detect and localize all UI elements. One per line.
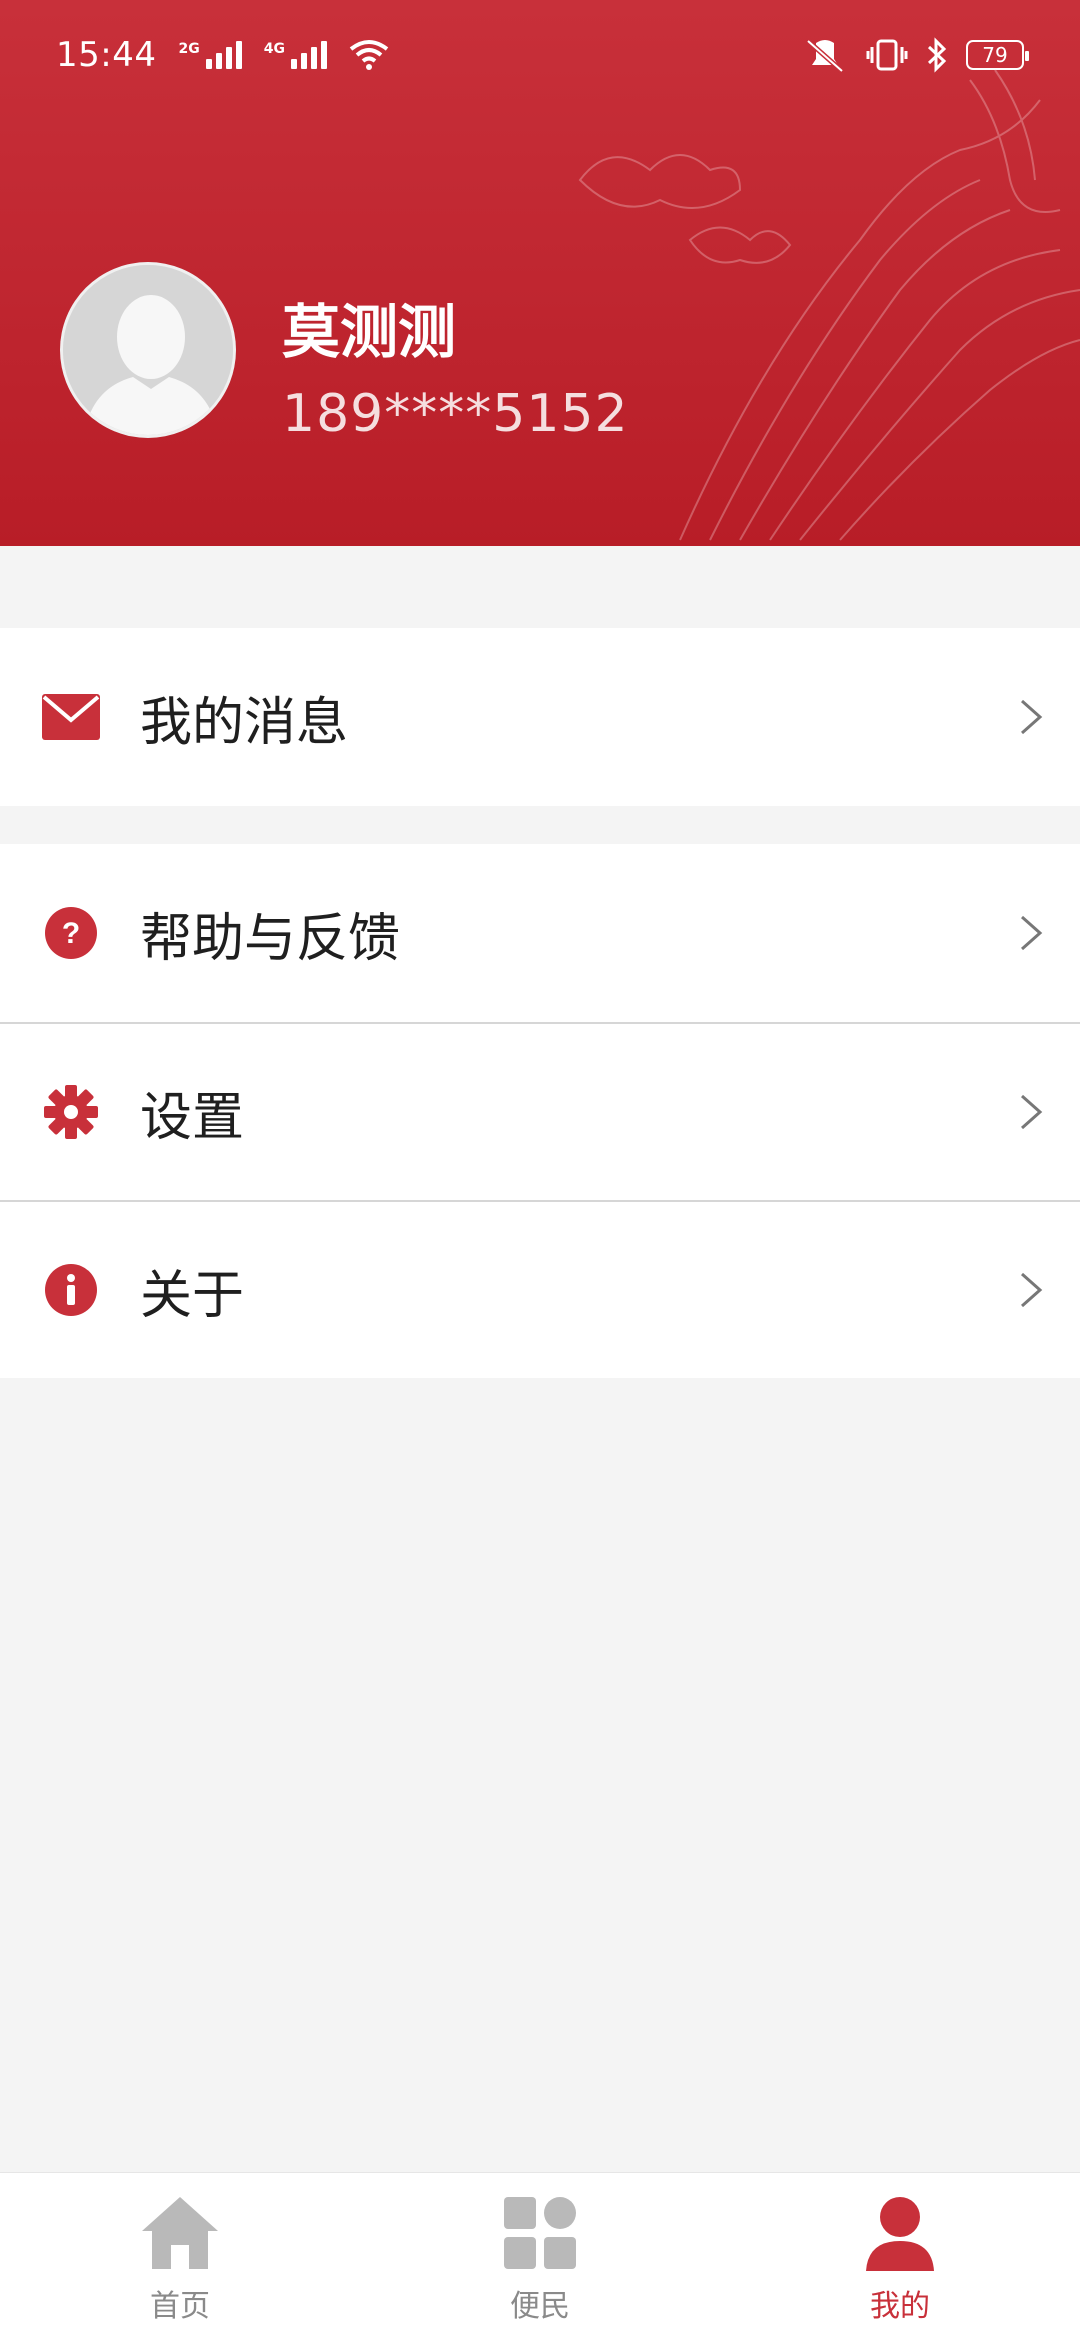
gear-icon <box>42 1083 100 1141</box>
menu-group-messages: 我的消息 <box>0 628 1080 806</box>
status-time: 15:44 <box>56 35 157 75</box>
bottom-tab-bar: 首页 便民 我的 <box>0 2172 1080 2340</box>
chevron-right-icon <box>1021 1094 1043 1130</box>
grid-icon <box>504 2197 576 2269</box>
menu-label-about: 关于 <box>140 1265 245 1326</box>
menu-label-settings: 设置 <box>140 1087 245 1148</box>
menu-item-help[interactable]: ? 帮助与反馈 <box>0 844 1080 1022</box>
help-icon: ? <box>42 904 100 962</box>
home-icon <box>142 2197 218 2269</box>
menu-item-about[interactable]: 关于 <box>0 1200 1080 1378</box>
svg-text:?: ? <box>62 917 80 950</box>
tab-services[interactable]: 便民 <box>360 2173 720 2340</box>
wifi-icon <box>349 40 389 70</box>
tab-label-home: 首页 <box>150 2289 210 2324</box>
menu-item-messages[interactable]: 我的消息 <box>0 628 1080 806</box>
menu-item-settings[interactable]: 设置 <box>0 1022 1080 1200</box>
chevron-right-icon <box>1021 915 1043 951</box>
avatar-placeholder-icon <box>63 265 233 435</box>
mail-icon <box>42 688 100 746</box>
signal-4g-icon: 4G <box>264 41 327 69</box>
menu-label-messages: 我的消息 <box>140 692 349 753</box>
chevron-right-icon <box>1021 699 1043 735</box>
user-phone: 189****5152 <box>282 384 629 444</box>
profile-screen: 15:44 2G 4G 79 莫测测 189****5152 我的消息 ? 帮助… <box>0 0 1080 2340</box>
signal-2g-icon: 2G <box>178 41 242 69</box>
person-icon <box>866 2197 934 2271</box>
tab-home[interactable]: 首页 <box>0 2173 360 2340</box>
chevron-right-icon <box>1021 1272 1043 1308</box>
profile-header: 15:44 2G 4G 79 莫测测 189****5152 <box>0 0 1080 546</box>
user-name: 莫测测 <box>282 298 457 366</box>
info-icon <box>42 1261 100 1319</box>
avatar[interactable] <box>60 262 236 438</box>
tab-mine[interactable]: 我的 <box>720 2173 1080 2340</box>
menu-label-help: 帮助与反馈 <box>140 908 401 969</box>
tab-label-mine: 我的 <box>870 2289 930 2324</box>
menu-group-main: ? 帮助与反馈 设置 关于 <box>0 844 1080 1378</box>
header-decoration <box>578 69 1080 541</box>
tab-label-services: 便民 <box>510 2289 570 2324</box>
